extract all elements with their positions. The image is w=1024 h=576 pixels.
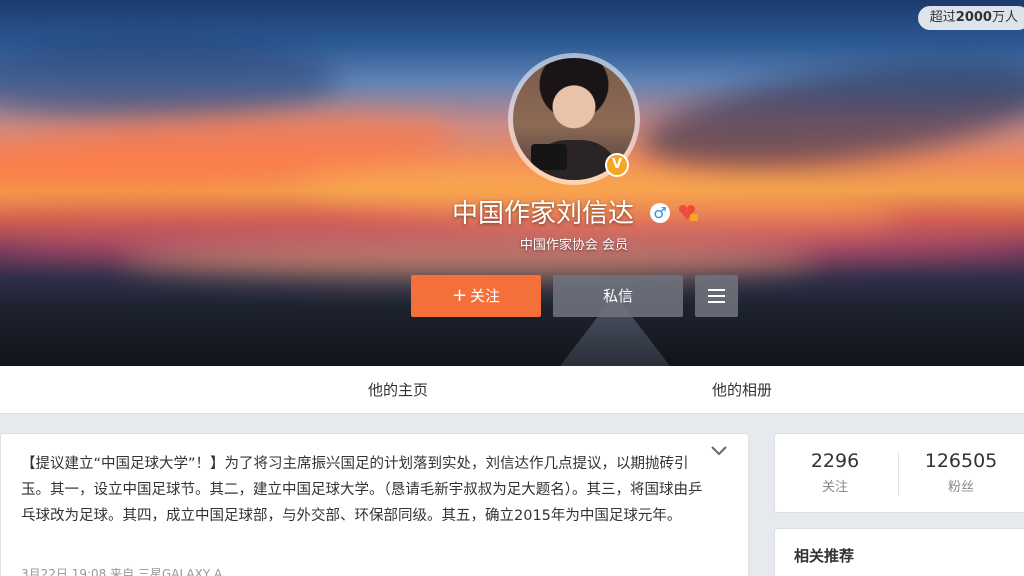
more-menu-button[interactable] <box>695 275 738 317</box>
fans-label: 粉丝 <box>947 480 974 495</box>
verified-badge-icon: V <box>605 153 629 177</box>
recommend-title: 相关推荐 <box>794 547 855 565</box>
member-crown-icon[interactable] <box>677 203 699 223</box>
profile-subtitle: 中国作家协会 会员 <box>519 238 629 253</box>
stats-divider <box>898 452 899 496</box>
male-icon: ♂ <box>650 203 670 223</box>
cover-cloud <box>0 40 340 120</box>
post-meta: 3月22日 19:08 来自 三星GALAXY A <box>21 567 223 576</box>
stats-card: 2296 关注 126505 粉丝 <box>774 433 1024 513</box>
message-button[interactable]: 私信 <box>553 275 683 317</box>
weibo-post-card: 【提议建立“中国足球大学”！】为了将习主席振兴国足的计划落到实处，刘信达作几点提… <box>0 433 749 576</box>
following-count: 2296 <box>810 450 860 472</box>
promo-count: 2000 <box>955 10 992 25</box>
promo-prefix: 超过 <box>929 10 956 25</box>
chevron-down-icon-svg <box>711 446 727 456</box>
promo-suffix: 万人 <box>991 10 1018 25</box>
fans-count: 126505 <box>924 450 998 472</box>
camera-icon <box>531 144 567 170</box>
menu-icon <box>708 289 725 303</box>
stat-fans[interactable]: 126505 粉丝 <box>901 450 1021 495</box>
promo-banner[interactable]: 超过2000万人 <box>917 6 1024 30</box>
plus-icon: + <box>451 285 468 306</box>
post-text: 【提议建立“中国足球大学”！】为了将习主席振兴国足的计划落到实处，刘信达作几点提… <box>21 456 703 524</box>
profile-tabs: 他的主页 他的相册 <box>0 366 1024 414</box>
profile-name: 中国作家刘信达 <box>452 199 635 229</box>
profile-cover: 超过2000万人 V 中国作家刘信达 ♂ 中国作家协会 会员 + 关注 私信 <box>0 0 1024 366</box>
follow-label: 关注 <box>470 287 501 305</box>
tab-homepage[interactable]: 他的主页 <box>368 366 428 414</box>
chevron-down-icon[interactable] <box>711 444 727 460</box>
stat-following[interactable]: 2296 关注 <box>775 450 895 495</box>
cover-cloud <box>635 41 1024 189</box>
tab-album[interactable]: 他的相册 <box>712 366 772 414</box>
member-crown-icon-svg <box>679 205 698 221</box>
follow-button[interactable]: + 关注 <box>411 275 541 317</box>
recommend-card: 相关推荐 <box>774 528 1024 576</box>
following-label: 关注 <box>821 480 848 495</box>
